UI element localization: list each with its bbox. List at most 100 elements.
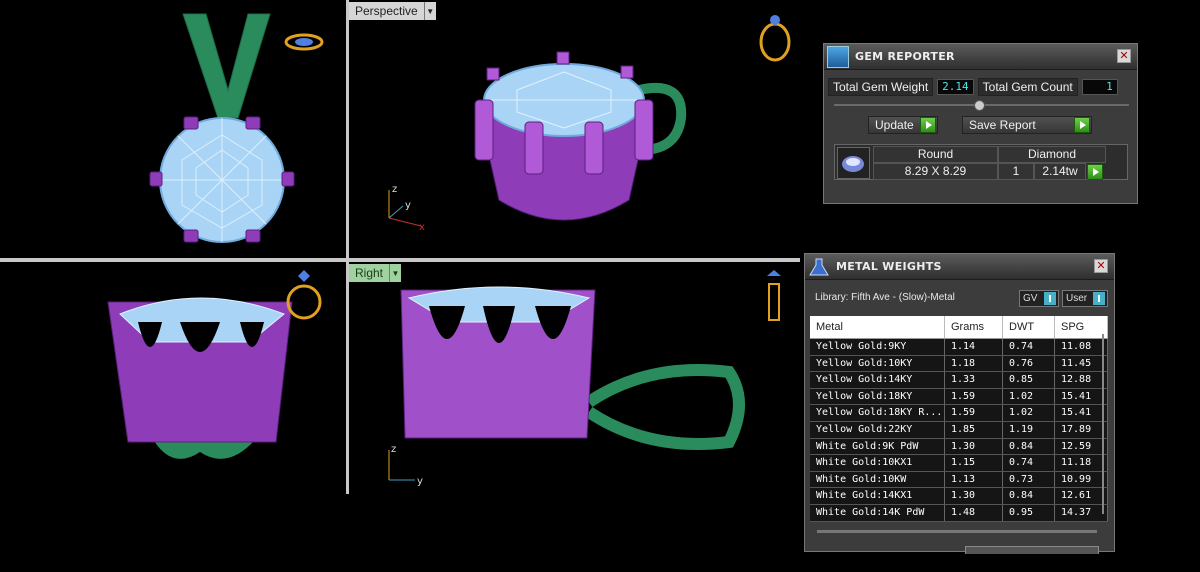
metal-weights-title: METAL WEIGHTS <box>836 260 942 273</box>
table-cell: 15.41 <box>1055 405 1108 421</box>
pendant-right-model: z y <box>388 270 781 487</box>
table-cell: 1.48 <box>945 504 1003 521</box>
svg-text:y: y <box>417 476 423 487</box>
gem-thumbnail-icon <box>837 147 870 179</box>
table-row[interactable]: Yellow Gold:14KY 1.33 0.85 12.88 <box>810 372 1108 389</box>
table-cell: Yellow Gold:9KY <box>810 339 945 355</box>
table-cell: Yellow Gold:14KY <box>810 372 945 388</box>
pendant-perspective-model: z y x <box>388 15 791 233</box>
table-row[interactable]: White Gold:10KX1 1.15 0.74 11.18 <box>810 455 1108 472</box>
table-row[interactable]: White Gold:14K PdW 1.48 0.95 14.37 <box>810 504 1108 522</box>
svg-text:y: y <box>405 200 411 211</box>
table-cell: 0.73 <box>1003 471 1055 488</box>
table-row[interactable]: Yellow Gold:22KY 1.85 1.19 17.89 <box>810 421 1108 439</box>
viewport-right[interactable]: Right ▼ z y <box>349 262 800 494</box>
svg-text:x: x <box>419 222 425 233</box>
gem-table: Round Diamond 8.29 X 8.29 1 2.14tw <box>834 144 1128 180</box>
table-cell: 1.02 <box>1003 388 1055 405</box>
table-cell: 0.84 <box>1003 438 1055 455</box>
table-cell: 0.74 <box>1003 339 1055 355</box>
metal-weights-titlebar[interactable]: METAL WEIGHTS ✕ <box>805 254 1114 280</box>
table-cell: 11.45 <box>1055 355 1108 372</box>
table-cell: 15.41 <box>1055 388 1108 405</box>
bottom-action-button[interactable] <box>965 546 1099 554</box>
table-row[interactable]: White Gold:9K PdW 1.30 0.84 12.59 <box>810 438 1108 456</box>
table-cell: 10.99 <box>1055 471 1108 488</box>
table-cell: 1.15 <box>945 455 1003 471</box>
gem-stone-header: Diamond <box>998 146 1106 163</box>
close-icon[interactable]: ✕ <box>1117 49 1131 63</box>
viewport-perspective[interactable]: Perspective ▼ z y x <box>349 0 794 258</box>
table-row[interactable]: White Gold:14KX1 1.30 0.84 12.61 <box>810 488 1108 505</box>
table-cell: 1.13 <box>945 471 1003 488</box>
viewport-side[interactable] <box>0 262 346 572</box>
table-cell: 0.74 <box>1003 455 1055 471</box>
table-cell: 1.59 <box>945 405 1003 421</box>
play-icon <box>1074 117 1090 133</box>
total-gem-count-label: Total Gem Count <box>977 78 1078 96</box>
svg-text:z: z <box>392 184 397 195</box>
pendant-front-model <box>149 13 324 243</box>
viewport-front[interactable] <box>0 0 346 258</box>
table-cell: 17.89 <box>1055 421 1108 438</box>
svg-text:z: z <box>391 444 396 455</box>
table-cell: 1.85 <box>945 421 1003 438</box>
metal-weights-table: Metal Grams DWT SPG Yellow Gold:9KY 1.14 0… <box>810 316 1108 522</box>
pendant-side-model <box>107 270 322 459</box>
column-header-metal[interactable]: Metal <box>810 316 945 338</box>
info-icon <box>1044 292 1056 305</box>
total-gem-weight-value: 2.14 <box>937 79 974 95</box>
table-cell: 11.18 <box>1055 455 1108 471</box>
table-cell: Yellow Gold:18KY R... <box>810 405 945 421</box>
table-cell: White Gold:9K PdW <box>810 438 945 455</box>
total-gem-weight-label: Total Gem Weight <box>828 78 934 96</box>
gem-detail-button[interactable] <box>1087 164 1104 180</box>
flask-icon <box>809 258 829 275</box>
table-cell: White Gold:14KX1 <box>810 488 945 504</box>
play-icon <box>1087 164 1103 180</box>
metal-weights-panel: METAL WEIGHTS ✕ Library: Fifth Ave - (Sl… <box>804 253 1115 554</box>
gem-weight-cell: 2.14tw <box>1034 163 1086 180</box>
gem-reporter-panel: GEM REPORTER ✕ Total Gem Weight 2.14 Tot… <box>823 43 1138 204</box>
column-header-dwt[interactable]: DWT <box>1003 316 1055 338</box>
ring-preview-icon <box>284 33 324 51</box>
table-row[interactable]: Yellow Gold:10KY 1.18 0.76 11.45 <box>810 355 1108 373</box>
table-header: Metal Grams DWT SPG <box>810 316 1108 339</box>
table-cell: 1.02 <box>1003 405 1055 421</box>
splitter-grip-icon[interactable] <box>974 100 985 111</box>
table-cell: White Gold:10KW <box>810 471 945 488</box>
table-cell: 0.76 <box>1003 355 1055 372</box>
user-select[interactable]: User <box>1062 290 1108 307</box>
table-cell: 12.88 <box>1055 372 1108 388</box>
vertical-scrollbar[interactable] <box>1102 334 1104 514</box>
gem-shape-header: Round <box>873 146 998 163</box>
table-cell: White Gold:10KX1 <box>810 455 945 471</box>
table-row[interactable]: Yellow Gold:18KY 1.59 1.02 15.41 <box>810 388 1108 406</box>
total-gem-count-value: 1 <box>1081 79 1118 95</box>
table-cell: 0.95 <box>1003 504 1055 521</box>
horizontal-scrollbar[interactable] <box>817 530 1097 533</box>
column-header-grams[interactable]: Grams <box>945 316 1003 338</box>
info-icon <box>1093 292 1105 305</box>
gem-reporter-title: GEM REPORTER <box>855 50 955 63</box>
table-row[interactable]: Yellow Gold:9KY 1.14 0.74 11.08 <box>810 339 1108 356</box>
table-cell: 0.85 <box>1003 372 1055 388</box>
save-report-button[interactable]: Save Report <box>962 116 1092 134</box>
table-cell: 1.59 <box>945 388 1003 405</box>
gem-count-cell: 1 <box>998 163 1034 180</box>
gv-select[interactable]: GV <box>1019 290 1059 307</box>
table-row[interactable]: White Gold:10KW 1.13 0.73 10.99 <box>810 471 1108 489</box>
play-icon <box>919 117 936 133</box>
table-cell: White Gold:14K PdW <box>810 504 945 521</box>
column-header-spg[interactable]: SPG <box>1055 316 1108 338</box>
gem-reporter-titlebar[interactable]: GEM REPORTER ✕ <box>824 44 1137 70</box>
table-row[interactable]: Yellow Gold:18KY R... 1.59 1.02 15.41 <box>810 405 1108 422</box>
close-icon[interactable]: ✕ <box>1094 259 1108 273</box>
table-cell: 11.08 <box>1055 339 1108 355</box>
ring-preview-icon <box>286 270 322 320</box>
gem-size-cell: 8.29 X 8.29 <box>873 163 998 180</box>
table-cell: 12.59 <box>1055 438 1108 455</box>
table-cell: 1.30 <box>945 438 1003 455</box>
table-cell: Yellow Gold:22KY <box>810 421 945 438</box>
update-button[interactable]: Update <box>868 116 938 134</box>
